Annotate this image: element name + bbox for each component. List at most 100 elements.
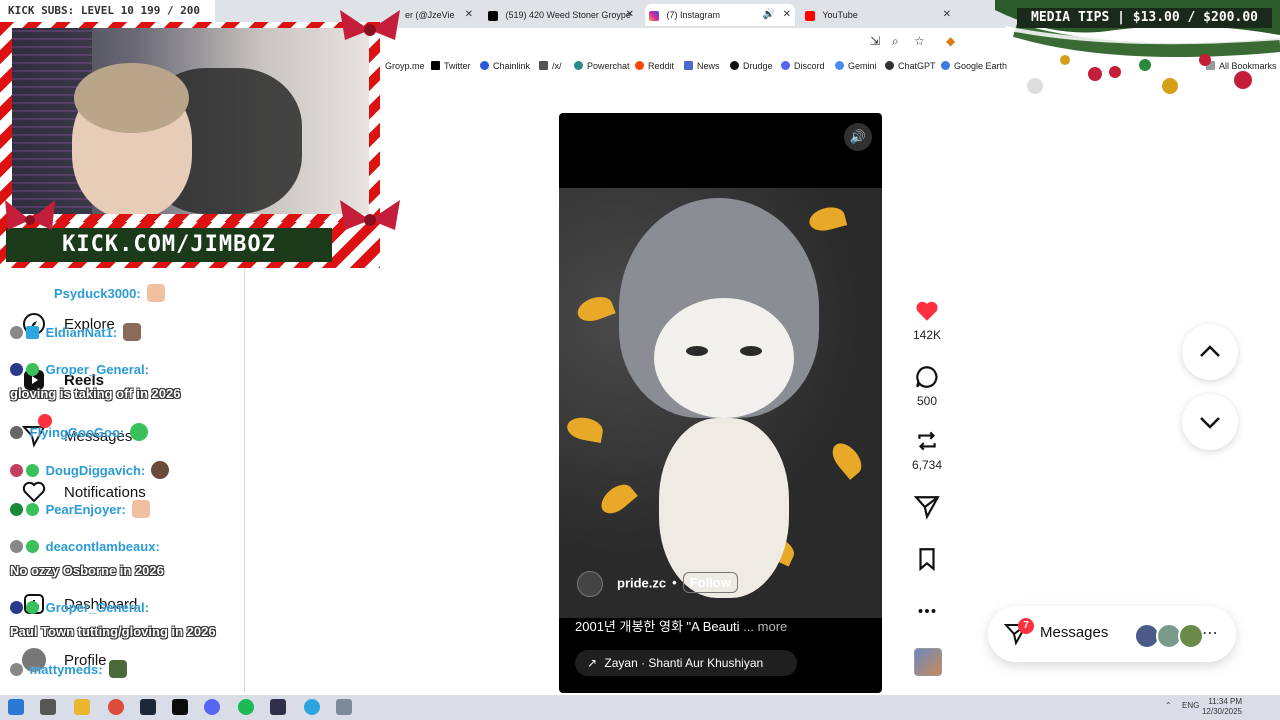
badge-icon [10,503,23,516]
close-icon[interactable]: ✕ [626,6,634,24]
repost-button[interactable]: 6,734 [906,428,948,472]
bookmark-twitter[interactable]: Twitter [431,61,471,71]
cat-eye [686,346,708,356]
close-icon[interactable]: ✕ [465,6,473,24]
more-options-button[interactable] [906,598,948,624]
ornament-gold [1060,55,1070,65]
previous-reel-button[interactable] [1182,324,1238,380]
messages-label: Messages [1040,624,1109,641]
bookmark-reddit[interactable]: Reddit [635,61,674,71]
avatar[interactable] [577,571,603,597]
youtube-icon [805,10,815,21]
gemini-icon [835,61,844,70]
tab-twitter-2[interactable]: (519) 420 Weed Stoner Groype ✕ [488,6,638,24]
bookmark-label: ChatGPT [898,61,936,71]
messages-button[interactable]: 7 Messages ⋯ [988,606,1236,662]
unread-badge: 7 [1018,618,1034,634]
chainlink-icon [480,61,489,70]
bookmark-label: Groyp.me [385,61,425,71]
more-horizontal-icon [918,609,936,613]
bookmark-news[interactable]: News [684,61,720,71]
chat-message: Psyduck3000: [54,284,165,302]
bookmark-gemini[interactable]: Gemini [835,61,877,71]
telegram-icon[interactable] [304,699,320,715]
star-icon[interactable]: ☆ [914,34,925,48]
chat-message: DougDiggavich: [10,461,170,479]
language-indicator[interactable]: ENG [1182,701,1199,710]
badge-icon [26,326,39,339]
close-icon[interactable]: ✕ [783,4,791,26]
terminal-icon[interactable] [172,699,188,715]
speaker-icon[interactable]: 🔊 [844,123,872,151]
app-icon[interactable] [336,699,352,715]
discord-icon[interactable] [204,699,220,715]
chrome-icon[interactable] [108,699,124,715]
ornament-red [1234,71,1252,89]
chat-message: EldianNat1: [10,323,142,341]
instagram-icon [649,10,659,21]
chevron-up-icon[interactable]: ⌃ [1165,701,1172,710]
tab-youtube[interactable]: YouTube ✕ [805,6,955,24]
close-icon[interactable]: ✕ [943,6,951,24]
chat-message: deacontlambeaux: [10,539,160,554]
like-button[interactable]: 142K [906,298,948,342]
clock[interactable]: 11:34 PM 12/30/2025 [1202,697,1242,717]
chevron-up-icon [1200,345,1220,357]
bookmark-x[interactable]: /x/ [539,61,562,71]
task-view-icon[interactable] [40,699,56,715]
chat-username: Groper_General: [45,362,149,377]
spotify-icon[interactable] [238,699,254,715]
tab-label: er (@JzeVie [405,10,455,20]
file-explorer-icon[interactable] [74,699,90,715]
comment-button[interactable]: 500 [906,364,948,408]
steam-icon[interactable] [140,699,156,715]
emote-icon [130,423,149,441]
x-icon [488,10,498,21]
bookmark-chatgpt[interactable]: ChatGPT [885,61,936,71]
metamask-icon[interactable]: ◆ [946,34,955,48]
reel-player[interactable]: 🔊 pride.zc • Follow 2001년 개봉한 영화 "A Beauti… [559,113,882,693]
audio-track[interactable]: ↗ Zayan · Shanti Aur Khushiyan [575,650,797,676]
leaf [565,415,605,443]
reel-video[interactable] [559,188,882,618]
install-icon[interactable]: ⇲ [870,34,880,48]
bow-icon [5,200,55,230]
bookmark-groyp[interactable]: Groyp.me [385,61,425,71]
obs-icon[interactable] [270,699,286,715]
ornament-gold [1162,78,1178,94]
start-icon[interactable] [8,699,24,715]
speaker-icon[interactable]: 🔊 [763,4,775,26]
chat-username: FlyingGooGoo: [29,425,125,440]
badge-icon [10,464,23,477]
reel-username[interactable]: pride.zc [617,575,666,590]
chevron-down-icon [1200,417,1220,429]
zoom-icon[interactable]: ⌕ [892,34,899,49]
bookmark-discord[interactable]: Discord [781,61,825,71]
clock-date: 12/30/2025 [1201,707,1242,716]
chat-username: Psyduck3000: [54,286,141,301]
ornament-red [1199,54,1211,66]
badge-icon [26,363,39,376]
audio-thumbnail[interactable] [914,648,942,676]
follow-button[interactable]: Follow [682,572,738,594]
badge-icon [26,601,39,614]
bookmark-chainlink[interactable]: Chainlink [480,61,530,71]
tab-twitter-1[interactable]: er (@JzeVie ✕ [405,6,477,24]
next-reel-button[interactable] [1182,394,1238,450]
emote-icon [123,323,142,341]
kick-subs-banner: KICK SUBS: LEVEL 10 199 / 200 [0,0,215,22]
share-button[interactable] [906,494,948,520]
comment-count: 500 [916,394,938,408]
chat-text: No ozzy Osborne in 2026 [10,563,164,578]
bookmark-powerchat[interactable]: Powerchat [574,61,630,71]
bookmark-label: Chainlink [493,61,531,71]
badge-icon [10,601,23,614]
tab-instagram[interactable]: (7) Instagram 🔊 ✕ [645,4,795,26]
reel-author: pride.zc • Follow [577,571,738,597]
ornament-green [1139,59,1151,71]
hair [74,63,189,133]
more-horizontal-icon: ⋯ [1202,625,1218,642]
more-link[interactable]: ... more [743,619,787,634]
save-button[interactable] [906,546,948,572]
bookmark-drudge[interactable]: Drudge [730,61,773,71]
